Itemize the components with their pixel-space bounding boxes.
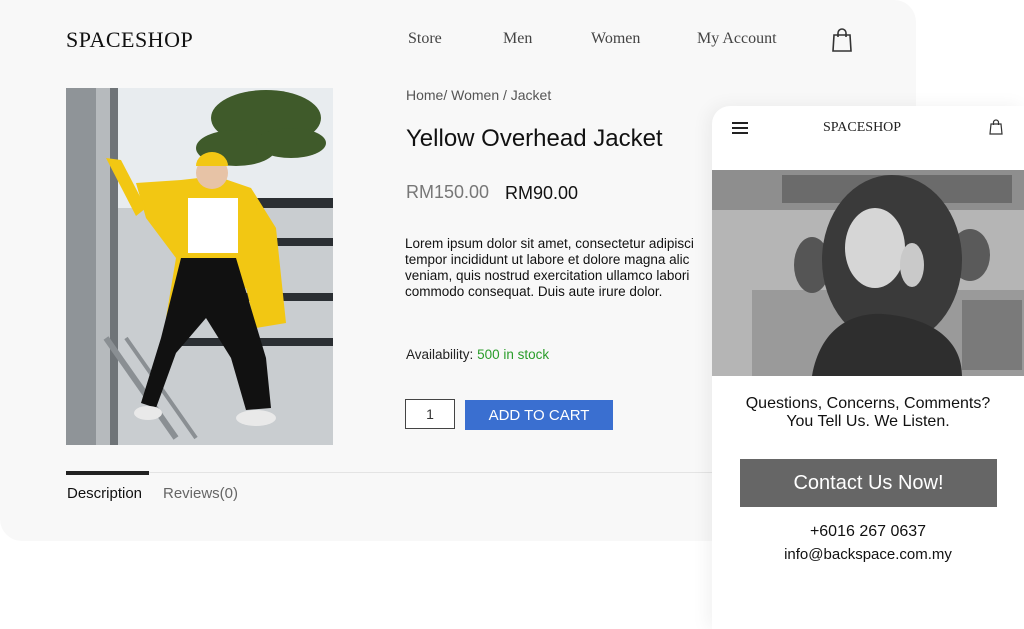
product-title: Yellow Overhead Jacket [406,125,663,152]
availability-label: Availability: [406,347,474,362]
nav-my-account-link[interactable]: My Account [697,30,777,48]
nav-women-link[interactable]: Women [591,30,640,48]
quantity-input[interactable]: 1 [405,399,455,429]
phone-number[interactable]: +6016 267 0637 [712,523,1024,541]
shopping-bag-icon[interactable] [831,28,853,52]
mobile-contact-page: SPACESHOP Questions, Concerns, Comments?… [712,106,1024,629]
contact-hero-image [712,170,1024,376]
shopping-bag-icon[interactable] [989,119,1003,135]
original-price: RM150.00 [406,182,490,202]
description-line: Lorem ipsum dolor sit amet, consectetur … [405,236,694,251]
description-line: veniam, quis nostrud exercitation ullamc… [405,268,690,283]
mobile-site-logo[interactable]: SPACESHOP [823,120,901,136]
contact-tagline: Questions, Concerns, Comments? You Tell … [712,395,1024,431]
product-image [66,88,333,445]
sale-price: RM90.00 [505,183,579,203]
breadcrumb[interactable]: Home/ Women / Jacket [406,87,551,103]
tagline-line-2: You Tell Us. We Listen. [786,413,950,430]
site-logo[interactable]: SPACESHOP [66,27,193,53]
description-line: commodo consequat. Duis aute irure dolor… [405,284,663,299]
email-address[interactable]: info@backspace.com.my [712,546,1024,563]
availability: Availability: 500 in stock [406,347,549,362]
contact-us-button[interactable]: Contact Us Now! [740,459,997,507]
tab-reviews[interactable]: Reviews(0) [163,485,238,502]
add-to-cart-button[interactable]: ADD TO CART [465,400,613,430]
description-line: tempor incididunt ut labore et dolore ma… [405,252,690,267]
tagline-line-1: Questions, Concerns, Comments? [745,395,991,412]
woman-on-phone-illustration [712,170,1024,376]
product-description: Lorem ipsum dolor sit amet, consectetur … [405,236,735,300]
hamburger-menu-icon[interactable] [732,122,748,136]
stock-status: 500 in stock [477,347,550,362]
tab-description[interactable]: Description [67,485,142,502]
nav-store-link[interactable]: Store [408,30,442,48]
jacket-model-illustration [66,88,333,445]
active-tab-indicator [66,471,149,475]
nav-men-link[interactable]: Men [503,30,532,48]
